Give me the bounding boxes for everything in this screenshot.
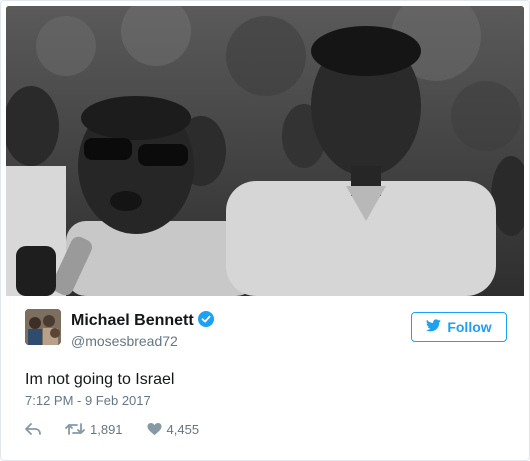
twitter-bird-icon bbox=[426, 319, 442, 335]
retweet-icon bbox=[65, 422, 85, 436]
follow-button[interactable]: Follow bbox=[411, 312, 507, 342]
heart-icon bbox=[147, 422, 162, 436]
avatar-image bbox=[25, 309, 61, 345]
follow-label: Follow bbox=[447, 319, 492, 335]
black-and-white-photo bbox=[6, 6, 524, 296]
retweet-count: 1,891 bbox=[90, 421, 123, 437]
like-button[interactable]: 4,455 bbox=[147, 421, 200, 437]
reply-icon bbox=[25, 422, 41, 436]
tweet-actions: 1,891 4,455 bbox=[25, 419, 223, 439]
tweet-timestamp[interactable]: 7:12 PM - 9 Feb 2017 bbox=[25, 393, 151, 408]
tweet-card: Michael Bennett @mosesbread72 Follow Im … bbox=[0, 0, 530, 461]
avatar[interactable] bbox=[25, 309, 61, 345]
author-name[interactable]: Michael Bennett bbox=[71, 312, 194, 329]
tweet-text: Im not going to Israel bbox=[25, 371, 175, 388]
author-name-row[interactable]: Michael Bennett bbox=[71, 311, 214, 330]
verified-badge-icon bbox=[197, 311, 214, 327]
tweet-header: Michael Bennett @mosesbread72 Follow bbox=[25, 309, 507, 353]
reply-button[interactable] bbox=[25, 422, 41, 436]
retweet-button[interactable]: 1,891 bbox=[65, 422, 123, 437]
like-count: 4,455 bbox=[166, 421, 200, 437]
author-handle[interactable]: @mosesbread72 bbox=[71, 333, 178, 349]
tweet-photo[interactable] bbox=[6, 6, 524, 296]
